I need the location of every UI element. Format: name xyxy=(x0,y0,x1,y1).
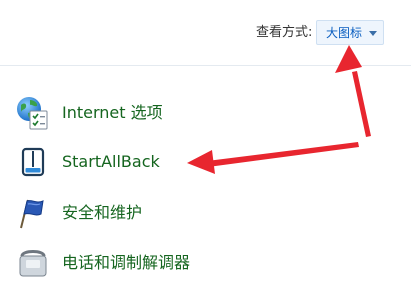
chevron-down-icon xyxy=(369,31,377,36)
flag-icon xyxy=(20,199,44,229)
item-phone-and-modem[interactable]: 电话和调制解调器 xyxy=(14,244,314,284)
item-label: 电话和调制解调器 xyxy=(62,253,191,272)
item-label: 安全和维护 xyxy=(62,203,143,222)
item-label: Internet 选项 xyxy=(62,103,163,122)
startallback-icon xyxy=(21,147,45,177)
item-label: StartAllBack xyxy=(62,152,160,171)
item-security-and-maintenance[interactable]: 安全和维护 xyxy=(14,194,314,234)
header-divider xyxy=(0,65,411,66)
control-panel-header: 查看方式: 大图标 xyxy=(0,0,411,64)
item-startallback[interactable]: StartAllBack xyxy=(14,143,314,183)
view-by-dropdown[interactable]: 大图标 xyxy=(316,20,384,45)
view-by-value: 大图标 xyxy=(326,26,363,40)
view-by-label: 查看方式: xyxy=(256,25,313,40)
internet-options-icon xyxy=(17,97,48,130)
item-internet-options[interactable]: Internet 选项 xyxy=(14,94,314,134)
telephone-icon xyxy=(19,250,47,277)
